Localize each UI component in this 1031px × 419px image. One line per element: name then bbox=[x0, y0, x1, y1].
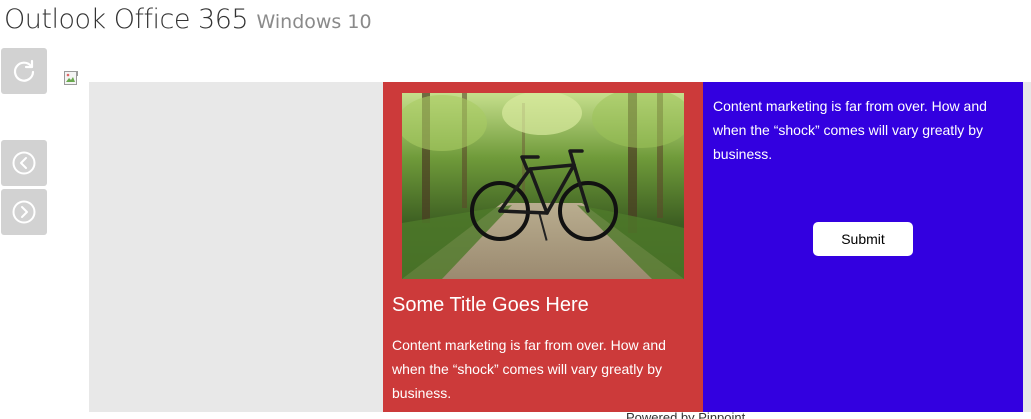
refresh-icon bbox=[13, 59, 35, 82]
submit-button[interactable]: Submit bbox=[813, 222, 913, 256]
card-body-text: Content marketing is far from over. How … bbox=[392, 337, 666, 401]
card-body-text: Content marketing is far from over. How … bbox=[713, 98, 987, 162]
bicycle-photo bbox=[402, 93, 684, 279]
card-title: Some Title Goes Here bbox=[392, 294, 589, 316]
broken-image-icon bbox=[64, 71, 78, 85]
platform-label: Windows 10 bbox=[256, 11, 372, 33]
footer-credit: Powered by Pinpoint bbox=[626, 410, 746, 419]
scroll-gutter bbox=[1023, 82, 1031, 412]
refresh-button[interactable] bbox=[1, 48, 47, 94]
client-title: Outlook Office 365 bbox=[4, 4, 249, 35]
next-button[interactable] bbox=[1, 189, 47, 235]
text-card: Content marketing is far from over. How … bbox=[703, 82, 1023, 412]
image-card: Some Title Goes Here Content marketing i… bbox=[383, 82, 703, 412]
preview-header: Outlook Office 365 Windows 10 bbox=[4, 4, 372, 35]
chevron-left-circle-icon bbox=[12, 151, 36, 175]
preview-page: Outlook Office 365 Windows 10 Some Title… bbox=[0, 0, 1031, 419]
previous-button[interactable] bbox=[1, 140, 47, 186]
chevron-right-circle-icon bbox=[12, 200, 36, 224]
